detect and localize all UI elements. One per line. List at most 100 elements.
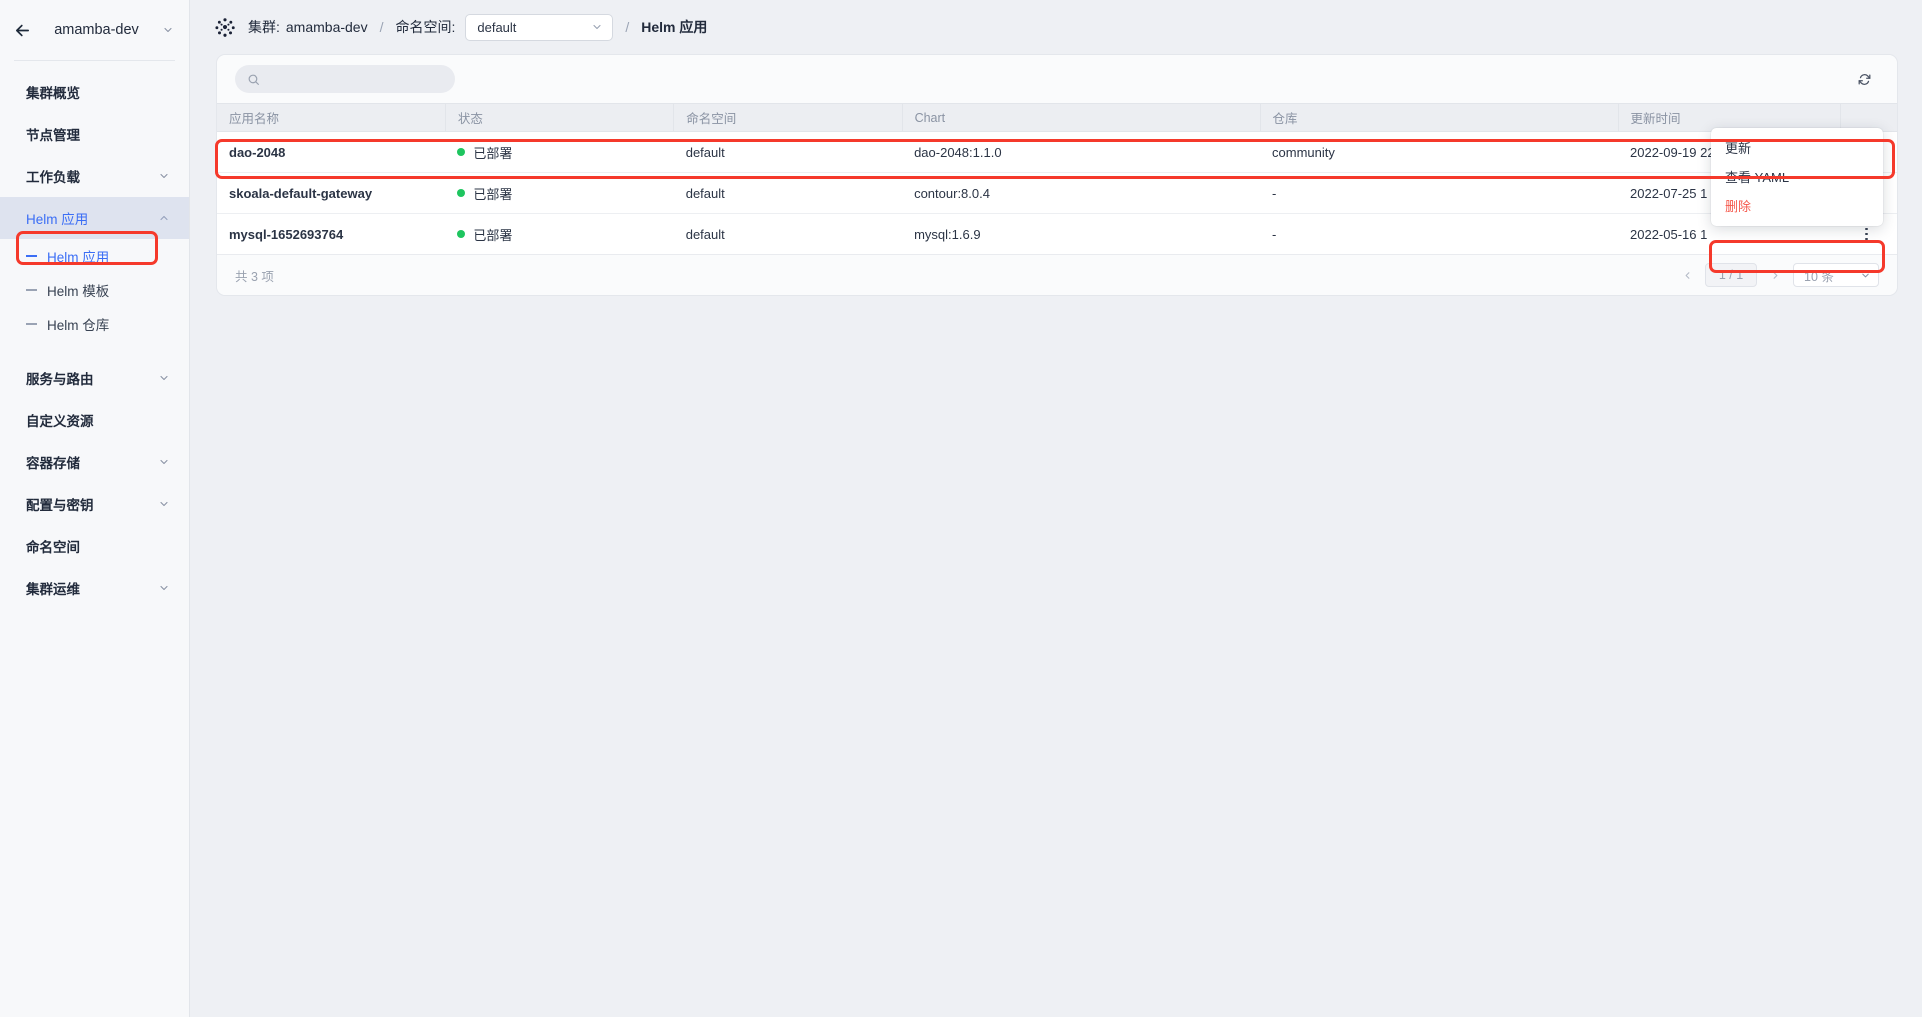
column-header-status[interactable]: 状态 [445,103,675,132]
sidebar-item-custom-resources[interactable]: 自定义资源 [0,399,189,441]
status-dot-icon [457,189,466,197]
sidebar-cluster-name[interactable]: amamba-dev [42,22,151,38]
table-row[interactable]: skoala-default-gateway 已部署 default conto… [217,172,1897,214]
column-header-namespace[interactable]: 命名空间 [673,103,903,132]
namespace-select-value: default [477,19,517,35]
sidebar-subitem-helm-repos[interactable]: Helm 仓库 [0,307,189,341]
search-icon [247,73,260,86]
sidebar-subitem-helm-templates[interactable]: Helm 模板 [0,273,189,307]
menu-item-label: 查看 YAML [1725,170,1790,185]
cell-app-name[interactable]: dao-2048 [217,131,446,173]
arrow-left-icon[interactable] [12,20,32,40]
cell-status: 已部署 [445,213,674,255]
page-size-select[interactable]: 10 条 [1793,263,1879,287]
status-label: 已部署 [473,227,513,243]
sidebar-item-label: 命名空间 [26,540,80,555]
chevron-down-icon [1858,268,1872,282]
menu-item-label: 删除 [1725,199,1752,214]
status-label: 已部署 [473,145,513,161]
status-label: 已部署 [473,186,513,202]
cell-app-name[interactable]: mysql-1652693764 [217,213,446,255]
row-action-menu: 更新 查看 YAML 删除 [1711,128,1883,226]
pagination: 1 / 1 10 条 [1677,263,1879,287]
kebab-menu-icon[interactable] [1856,224,1876,244]
table-footer: 共 3 项 1 / 1 10 条 [217,255,1897,295]
sidebar-item-label: 配置与密钥 [26,498,94,513]
chevron-down-icon [157,169,171,183]
chevron-right-icon[interactable] [1765,265,1785,285]
table-header-row: 应用名称 状态 命名空间 Chart 仓库 更新时间 [217,103,1897,132]
cell-namespace: default [673,213,903,255]
search-box[interactable] [235,65,455,93]
cell-namespace: default [673,172,903,214]
sidebar-item-label: 服务与路由 [26,372,94,387]
sidebar-item-namespaces[interactable]: 命名空间 [0,525,189,567]
sidebar-item-helm-apps-group[interactable]: Helm 应用 [0,197,189,239]
sidebar-item-services-routes[interactable]: 服务与路由 [0,357,189,399]
page-size-value: 10 条 [1804,269,1834,284]
table-row[interactable]: mysql-1652693764 已部署 default mysql:1.6.9… [217,213,1897,255]
menu-item-view-yaml[interactable]: 查看 YAML [1711,162,1883,191]
breadcrumb-cluster-label: 集群: [248,19,280,35]
chevron-down-icon [157,371,171,385]
chevron-down-icon [157,455,171,469]
sidebar-item-node-management[interactable]: 节点管理 [0,113,189,155]
chevron-down-icon [157,581,171,595]
table-row[interactable]: dao-2048 已部署 default dao-2048:1.1.0 comm… [217,131,1897,173]
page-indicator[interactable]: 1 / 1 [1705,263,1757,287]
table-toolbar [217,55,1897,103]
sidebar-item-cluster-ops[interactable]: 集群运维 [0,567,189,609]
sidebar-subitem-label: Helm 应用 [47,250,110,265]
search-input[interactable] [267,72,443,86]
sidebar-item-cluster-overview[interactable]: 集群概览 [0,71,189,113]
column-header-chart[interactable]: Chart [902,103,1261,132]
sidebar: amamba-dev 集群概览 节点管理 工作负载 Helm 应用 Helm 应… [0,0,190,1017]
cell-chart: contour:8.0.4 [902,172,1261,214]
breadcrumb-cluster-value[interactable]: amamba-dev [286,19,368,35]
sidebar-item-label: Helm 应用 [26,212,89,227]
sidebar-item-label: 集群概览 [26,86,80,101]
sidebar-item-workloads[interactable]: 工作负载 [0,155,189,197]
chevron-left-icon[interactable] [1677,265,1697,285]
table-body: dao-2048 已部署 default dao-2048:1.1.0 comm… [217,131,1897,255]
dash-icon [26,289,37,291]
sidebar-item-label: 集群运维 [26,582,80,597]
app-root: amamba-dev 集群概览 节点管理 工作负载 Helm 应用 Helm 应… [0,0,1922,1017]
status-dot-icon [457,230,466,238]
menu-item-update[interactable]: 更新 [1711,133,1883,162]
cell-repo: community [1260,131,1619,173]
sidebar-nav: 集群概览 节点管理 工作负载 Helm 应用 Helm 应用 Helm 模板 H… [0,61,189,609]
chevron-down-icon[interactable] [161,23,175,37]
sidebar-subitem-label: Helm 仓库 [47,318,110,333]
sidebar-header: amamba-dev [0,0,189,60]
cell-status: 已部署 [445,131,674,173]
content-wrapper: 应用名称 状态 命名空间 Chart 仓库 更新时间 dao-2048 已部署 … [190,54,1922,1017]
dash-icon [26,323,37,325]
cell-status: 已部署 [445,172,674,214]
namespace-select[interactable]: default [465,13,614,41]
cell-repo: - [1260,172,1619,214]
helm-apps-table: 应用名称 状态 命名空间 Chart 仓库 更新时间 dao-2048 已部署 … [217,103,1897,255]
sidebar-item-container-storage[interactable]: 容器存储 [0,441,189,483]
menu-item-delete[interactable]: 删除 [1711,191,1883,220]
cell-repo: - [1260,213,1619,255]
sidebar-item-label: 自定义资源 [26,414,94,429]
sidebar-subitem-helm-apps[interactable]: Helm 应用 [0,239,189,273]
sidebar-subitem-label: Helm 模板 [47,284,110,299]
cell-chart: dao-2048:1.1.0 [902,131,1261,173]
sidebar-item-config-secrets[interactable]: 配置与密钥 [0,483,189,525]
chevron-down-icon [590,20,604,34]
helm-apps-card: 应用名称 状态 命名空间 Chart 仓库 更新时间 dao-2048 已部署 … [216,54,1898,296]
main-area: 集群: amamba-dev / 命名空间: default / Helm 应用 [190,0,1922,1017]
dash-icon [26,255,37,257]
cell-app-name[interactable]: skoala-default-gateway [217,172,446,214]
breadcrumb-separator: / [379,19,384,35]
sidebar-item-label: 容器存储 [26,456,80,471]
cell-namespace: default [673,131,903,173]
column-header-name[interactable]: 应用名称 [217,103,446,132]
status-dot-icon [457,148,466,156]
sidebar-item-label: 工作负载 [26,170,80,185]
refresh-icon[interactable] [1851,66,1877,92]
column-header-repo[interactable]: 仓库 [1260,103,1619,132]
